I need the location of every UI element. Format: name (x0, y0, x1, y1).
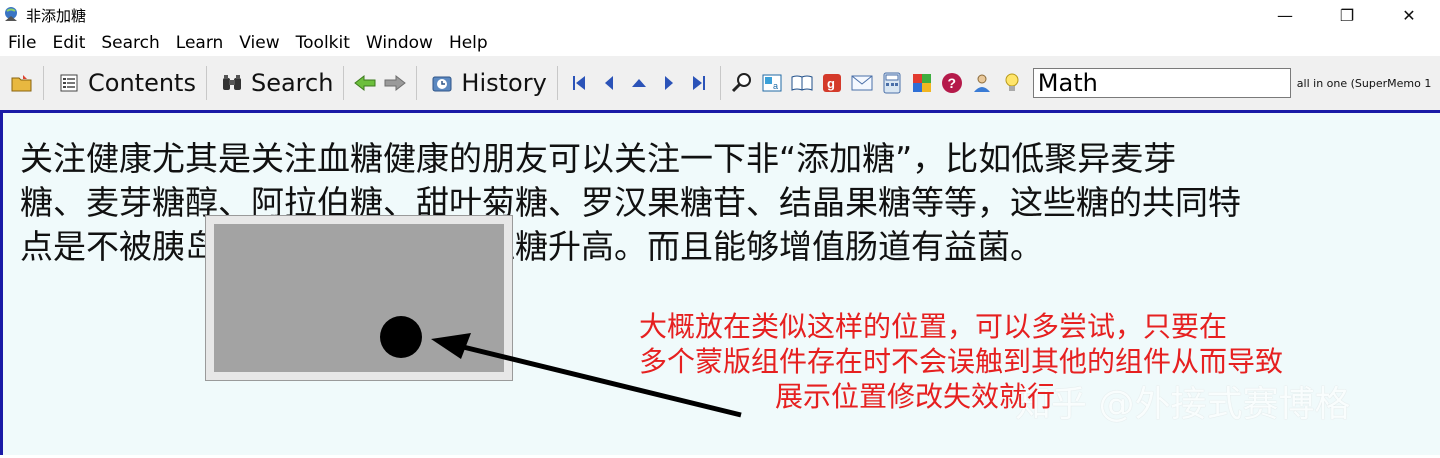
lightbulb-icon[interactable] (1000, 71, 1024, 95)
toolbar-separator (343, 66, 345, 100)
window-title: 非添加糖 (26, 6, 87, 25)
toolbar-separator (416, 66, 418, 100)
forward-arrow-icon[interactable] (383, 71, 407, 95)
element-content-pane[interactable]: 关注健康尤其是关注血糖健康的朋友可以关注一下非“添加糖”，比如低聚异麦芽 糖、麦… (0, 110, 1440, 455)
menu-bar: File Edit Search Learn View Toolkit Wind… (0, 30, 1440, 56)
article-line: 关注健康尤其是关注血糖健康的朋友可以关注一下非“添加糖”，比如低聚异麦芽 (20, 139, 1177, 178)
user-icon[interactable] (970, 71, 994, 95)
toolbar-separator (205, 66, 207, 100)
magnifier-icon[interactable] (730, 71, 754, 95)
close-button[interactable]: ✕ (1378, 0, 1440, 30)
calculator-icon[interactable] (880, 71, 904, 95)
last-element-icon[interactable] (687, 71, 711, 95)
parent-element-icon[interactable] (627, 71, 651, 95)
note-line: 多个蒙版组件存在时不会误触到其他的组件从而导致 (639, 345, 1284, 378)
back-arrow-icon[interactable] (353, 71, 377, 95)
history-label: History (461, 69, 547, 97)
mask-position-dot[interactable] (380, 316, 422, 358)
contents-button[interactable]: Contents (50, 63, 200, 103)
menu-view[interactable]: View (231, 30, 287, 56)
previous-element-icon[interactable] (597, 71, 621, 95)
google-icon[interactable]: g (820, 71, 844, 95)
book-icon[interactable] (790, 71, 814, 95)
collection-name: all in one (SuperMemo 1 (1296, 76, 1432, 90)
svg-text:?: ? (947, 75, 956, 91)
note-line: 展示位置修改失效就行 (775, 380, 1056, 413)
next-element-icon[interactable] (657, 71, 681, 95)
first-element-icon[interactable] (567, 71, 591, 95)
menu-help[interactable]: Help (441, 30, 496, 56)
search-input[interactable] (1032, 68, 1291, 98)
search-label: Search (250, 69, 334, 97)
menu-file[interactable]: File (0, 30, 44, 56)
contents-icon (57, 71, 81, 95)
menu-window[interactable]: Window (358, 30, 441, 56)
help-icon[interactable]: ? (940, 71, 964, 95)
search-button[interactable]: Search (213, 63, 337, 103)
maximize-button[interactable]: ❐ (1316, 0, 1378, 30)
title-bar: 非添加糖 — ❐ ✕ (0, 0, 1440, 30)
toolbar-separator (556, 66, 558, 100)
image-text-icon[interactable]: a (760, 71, 784, 95)
history-icon (430, 71, 454, 95)
contents-label: Contents (88, 69, 196, 97)
minimize-button[interactable]: — (1254, 0, 1316, 30)
menu-learn[interactable]: Learn (168, 30, 232, 56)
history-button[interactable]: History (423, 63, 550, 103)
supermemo-app-icon[interactable] (2, 5, 22, 25)
menu-search[interactable]: Search (93, 30, 167, 56)
mask-component[interactable] (205, 215, 513, 381)
svg-text:a: a (773, 81, 778, 91)
note-line: 大概放在类似这样的位置，可以多尝试，只要在 (639, 310, 1228, 343)
mask-overlay[interactable] (214, 224, 504, 372)
mail-icon[interactable] (850, 71, 874, 95)
menu-edit[interactable]: Edit (44, 30, 93, 56)
toolbar: Contents Search History a g ? Math all i… (0, 56, 1440, 110)
binoculars-icon (220, 71, 244, 95)
toolbar-separator (43, 66, 44, 100)
menu-toolkit[interactable]: Toolkit (288, 30, 358, 56)
annotation-note: 大概放在类似这样的位置，可以多尝试，只要在 多个蒙版组件存在时不会误触到其他的组… (639, 309, 1429, 414)
open-folder-icon[interactable] (10, 71, 34, 95)
toolbar-separator (719, 66, 721, 100)
tiles-icon[interactable] (910, 71, 934, 95)
svg-text:g: g (827, 76, 835, 91)
